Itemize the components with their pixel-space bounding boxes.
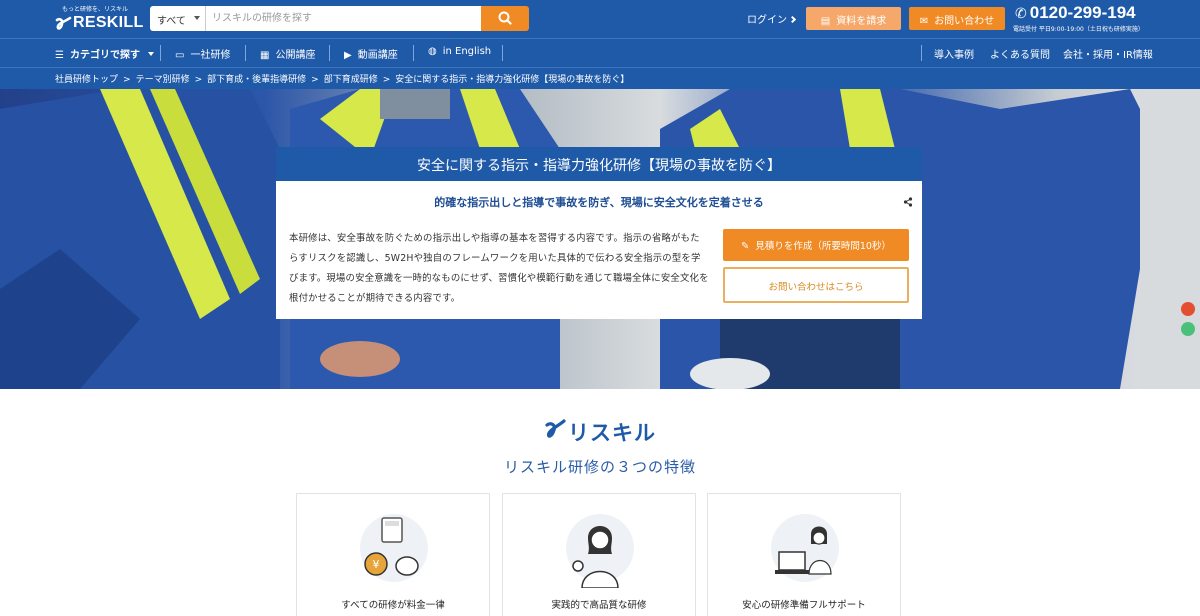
nav-item-public-course[interactable]: ▦ 公開講座 [260, 46, 315, 61]
features-heading: リスキル研修の３つの特徴 [503, 458, 696, 476]
header: もっと研修を、リスキル RESKILL すべて ログイン ▤ 資料を請求 ✉ お問い… [0, 0, 1200, 38]
search-category-select[interactable]: すべて [150, 6, 206, 31]
search-input[interactable] [206, 6, 481, 31]
logo-tagline: もっと研修を、リスキル [62, 6, 129, 13]
breadcrumb-link[interactable]: 部下育成・後輩指導研修 [207, 75, 306, 85]
header-contact-button[interactable]: ✉ お問い合わせ [909, 7, 1005, 30]
globe-icon: ◍ [428, 46, 437, 57]
search-icon [498, 11, 512, 25]
breadcrumb-list: 社員研修トップ > テーマ別研修 > 部下育成・後輩指導研修 > 部下育成研修 > 安全に関する… [55, 72, 629, 85]
feature-label: 実践的で高品質な研修 [551, 600, 647, 611]
chevron-down-icon [147, 52, 154, 56]
search-category-value: すべて [157, 16, 186, 27]
phone-icon: ✆ [1015, 6, 1027, 22]
play-icon: ▶ [344, 50, 352, 61]
create-quote-button[interactable]: ✎ 見積りを作成（所要時間10秒） [723, 229, 909, 261]
brand-wordmark: リスキル [568, 421, 656, 445]
nav-item-english[interactable]: ◍ in English [428, 46, 491, 57]
nav-divider [245, 45, 246, 61]
breadcrumb-current: 安全に関する指示・指導力強化研修【現場の事故を防ぐ】 [395, 75, 630, 85]
share-icon[interactable] [903, 197, 913, 207]
course-title: 安全に関する指示・指導力強化研修【現場の事故を防ぐ】 [276, 147, 922, 181]
request-document-button[interactable]: ▤ 資料を請求 [806, 7, 901, 30]
menu-icon: ☰ [55, 50, 64, 61]
logo-text: RESKILL [73, 14, 144, 31]
svg-text:¥: ¥ [373, 558, 380, 571]
document-icon: ▤ [820, 16, 831, 27]
instructor-icon [566, 514, 634, 588]
breadcrumb-separator: > [194, 75, 203, 85]
calculator-coin-icon: ¥ [360, 514, 428, 582]
create-quote-label: 見積りを作成（所要時間10秒） [755, 241, 891, 252]
breadcrumb-link[interactable]: 部下育成研修 [324, 75, 378, 85]
phone-contact[interactable]: ✆ 0120-299-194 電話受付 平日9:00-19:00（土日祝も研修実施… [1013, 3, 1144, 33]
laptop-support-icon [771, 514, 839, 582]
phone-number: 0120-299-194 [1029, 3, 1136, 22]
breadcrumb-separator: > [311, 75, 319, 85]
feature-label: すべての研修が料金一律 [341, 600, 445, 611]
mail-icon: ✉ [919, 16, 929, 27]
request-document-label: 資料を請求 [836, 16, 887, 27]
phone-hours: 電話受付 平日9:00-19:00（土日祝も研修実施） [1013, 26, 1144, 33]
main-nav: ☰ カテゴリで探す ▭ 一社研修 ▦ 公開講座 ▶ 動画講座 ◍ in English 導… [0, 38, 1200, 67]
breadcrumb: 社員研修トップ > テーマ別研修 > 部下育成・後輩指導研修 > 部下育成研修 > 安全に関する… [0, 67, 1200, 89]
nav-divider [160, 45, 161, 61]
header-contact-label: お問い合わせ [934, 16, 995, 27]
nav-category-label: カテゴリで探す [69, 50, 140, 61]
chevron-down-icon [194, 16, 200, 20]
feature-label: 安心の研修準備フルサポート [742, 600, 866, 611]
course-description: 本研修は、安全事故を防ぐための指示出しや指導の基本を習得する内容です。指示の省略… [289, 233, 709, 304]
feature-card[interactable]: 実践的で高品質な研修 [502, 493, 696, 616]
breadcrumb-link[interactable]: テーマ別研修 [136, 75, 190, 85]
reskill-logo[interactable]: もっと研修を、リスキル RESKILL [54, 4, 144, 34]
presentation-icon: ▭ [175, 50, 185, 61]
nav-divider [921, 45, 922, 61]
nav-divider [329, 45, 330, 61]
calendar-icon: ▦ [260, 50, 270, 61]
nav-item-label: in English [442, 46, 492, 57]
search-button[interactable] [481, 6, 529, 31]
login-label: ログイン [747, 15, 787, 26]
course-subtitle: 的確な指示出しと指導で事故を防ぎ、現場に安全文化を定着させる [434, 196, 764, 209]
nav-item-faq[interactable]: よくある質問 [990, 46, 1050, 61]
login-link[interactable]: ログイン [747, 11, 797, 26]
nav-divider [413, 45, 414, 61]
breadcrumb-link[interactable]: 社員研修トップ [55, 75, 118, 85]
nav-item-case-studies[interactable]: 導入事例 [934, 46, 974, 61]
feature-card[interactable]: ¥ すべての研修が料金一律 [296, 493, 490, 616]
reskill-brand-logo: リスキル [540, 414, 660, 446]
breadcrumb-separator: > [382, 75, 391, 85]
feature-card[interactable]: 安心の研修準備フルサポート [707, 493, 901, 616]
nav-item-label: 公開講座 [275, 50, 316, 61]
hero-banner: 安全に関する指示・指導力強化研修【現場の事故を防ぐ】 的確な指示出しと指導で事故… [0, 89, 1200, 389]
chevron-right-icon [788, 15, 797, 24]
search-bar: すべて [150, 6, 529, 31]
nav-item-label: 動画講座 [357, 50, 398, 61]
logo-mark-icon [545, 419, 566, 438]
inquiry-label: お問い合わせはこちら [768, 282, 864, 293]
inquiry-button[interactable]: お問い合わせはこちら [723, 267, 909, 303]
nav-item-company-info[interactable]: 会社・採用・IR情報 [1063, 46, 1153, 61]
nav-item-label: 一社研修 [190, 50, 231, 61]
breadcrumb-separator: > [123, 75, 131, 85]
nav-item-video-course[interactable]: ▶ 動画講座 [344, 46, 398, 61]
pencil-icon: ✎ [741, 241, 750, 252]
nav-divider [502, 45, 503, 61]
course-summary-card: 的確な指示出しと指導で事故を防ぎ、現場に安全文化を定着させる 本研修は、安全事故… [276, 181, 922, 319]
nav-category-menu[interactable]: ☰ カテゴリで探す [55, 46, 154, 61]
nav-item-inhouse-training[interactable]: ▭ 一社研修 [175, 46, 230, 61]
logo-mark-icon [55, 16, 72, 30]
